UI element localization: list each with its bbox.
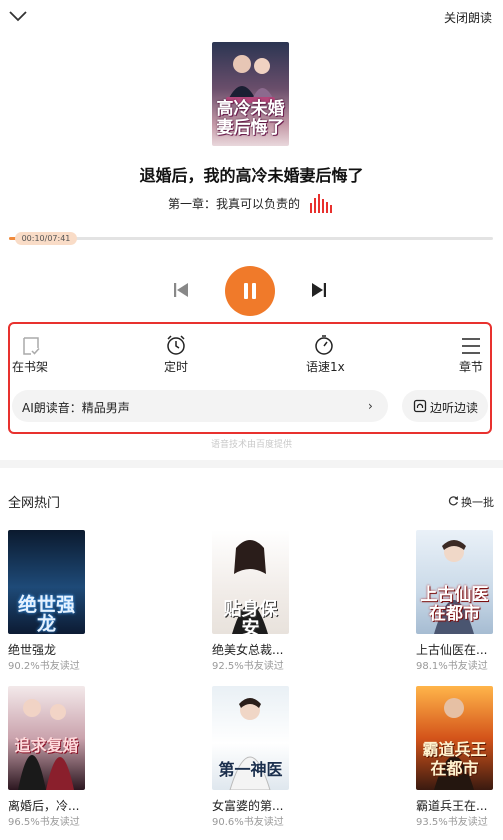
refresh-batch-button[interactable]: 换一批 xyxy=(461,494,494,510)
chapters-button[interactable]: 章节 xyxy=(459,358,483,375)
section-divider xyxy=(0,460,503,468)
progress-track[interactable] xyxy=(9,237,493,240)
refresh-icon xyxy=(448,496,458,506)
book-name[interactable]: 女富婆的第... xyxy=(212,797,283,814)
cover-text: 第一神医 xyxy=(218,760,283,779)
book-cover[interactable]: 绝世强龙 xyxy=(8,530,85,634)
pause-icon-bar xyxy=(252,283,256,299)
book-name[interactable]: 绝美女总裁... xyxy=(212,641,283,658)
book-cover: 高冷未婚妻后悔了 xyxy=(212,42,289,146)
timer-button[interactable]: 定时 xyxy=(164,358,188,375)
speech-speed-button[interactable]: 语速1x xyxy=(306,358,345,375)
book-read-rate: 90.6%书友读过 xyxy=(212,817,284,828)
cover-text: 霸道兵王在都市 xyxy=(422,740,487,778)
collapse-chevron-icon[interactable] xyxy=(8,8,28,24)
previous-chapter-icon[interactable] xyxy=(172,281,190,299)
book-name[interactable]: 绝世强龙 xyxy=(8,641,56,658)
book-name[interactable]: 霸道兵王在... xyxy=(416,797,487,814)
book-title: 退婚后，我的高冷未婚妻后悔了 xyxy=(139,166,364,185)
book-read-rate: 92.5%书友读过 xyxy=(212,661,284,672)
alarm-clock-icon xyxy=(167,335,185,355)
cover-text: 追求复婚 xyxy=(14,736,79,755)
cover-text: 上古仙医在都市 xyxy=(420,585,489,624)
book-name[interactable]: 离婚后，冷... xyxy=(8,797,79,814)
chapter-title: 第一章：我真可以负责的 xyxy=(168,197,301,211)
book-read-rate: 96.5%书友读过 xyxy=(8,817,80,828)
ai-voice-label: AI朗读音：精品男声 xyxy=(22,401,130,415)
next-chapter-icon[interactable] xyxy=(310,281,328,299)
book-read-rate: 93.5%书友读过 xyxy=(416,817,488,828)
book-cover[interactable]: 第一神医 xyxy=(212,686,289,790)
book-cover[interactable]: 上古仙医在都市 xyxy=(416,530,493,634)
book-read-rate: 90.2%书友读过 xyxy=(8,661,80,672)
book-name[interactable]: 上古仙医在... xyxy=(416,641,487,658)
book-cover[interactable]: 霸道兵王在都市 xyxy=(416,686,493,790)
book-cover[interactable]: 贴身保安 xyxy=(212,530,289,634)
book-cover[interactable]: 追求复婚 xyxy=(8,686,85,790)
cover-text: 贴身保安 xyxy=(223,599,278,634)
speed-gauge-icon xyxy=(315,335,333,355)
cover-title: 高冷未婚妻后悔了 xyxy=(216,99,285,138)
pause-icon xyxy=(244,283,248,299)
cover-text: 绝世强龙 xyxy=(17,594,75,634)
listen-read-icon xyxy=(413,399,427,413)
book-read-rate: 98.1%书友读过 xyxy=(416,661,488,672)
progress-time-thumb[interactable]: 00:10/07:41 xyxy=(15,232,77,245)
hot-section-title: 全网热门 xyxy=(8,496,61,511)
pause-button[interactable] xyxy=(225,266,275,316)
tts-credit: 语音技术由百度提供 xyxy=(210,440,292,450)
listen-and-read-label: 边听边读 xyxy=(430,401,479,415)
audio-equalizer-icon xyxy=(310,194,332,213)
close-read-aloud-button[interactable]: 关闭朗读 xyxy=(444,9,492,26)
chevron-right-icon: › xyxy=(368,399,373,413)
chapter-list-icon xyxy=(462,338,480,354)
bookshelf-check-icon xyxy=(23,337,40,355)
bookshelf-button[interactable]: 在书架 xyxy=(12,358,48,375)
